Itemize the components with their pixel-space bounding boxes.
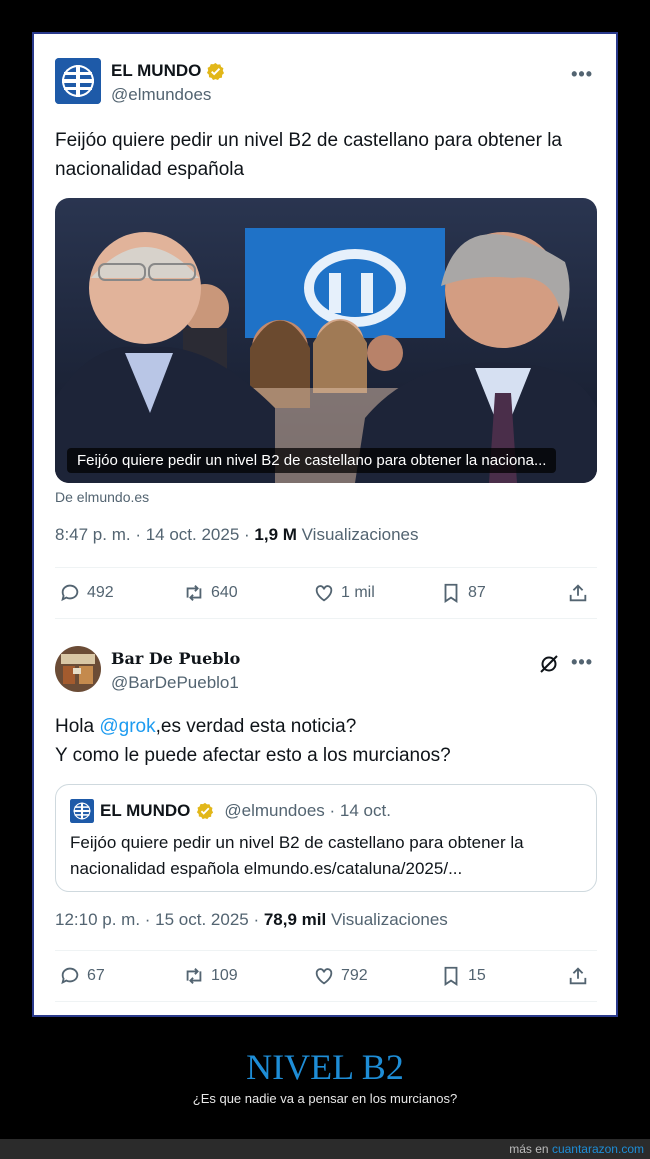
grok-icon[interactable] (539, 654, 559, 674)
reply-button[interactable]: 67 (59, 965, 105, 987)
bookmark-icon (444, 583, 458, 603)
views-label: Visualizaciones (326, 910, 448, 929)
like-button[interactable]: 1 mil (313, 582, 375, 604)
reply-button[interactable]: 492 (59, 582, 114, 604)
globe-logo-icon (70, 799, 94, 823)
bookmark-count: 15 (468, 967, 486, 984)
credit-bar: más en cuantarazon.com (0, 1139, 650, 1159)
tweet-media-image[interactable]: Feijóo quiere pedir un nivel B2 de caste… (55, 198, 597, 483)
bar-avatar-image (55, 646, 101, 692)
link-source[interactable]: De elmundo.es (55, 489, 597, 505)
tweet-bardepueblo[interactable]: Bar De Pueblo @BarDePueblo1 ••• Hola @gr… (55, 646, 597, 1002)
bookmark-button[interactable]: 15 (440, 965, 486, 987)
like-icon (315, 968, 333, 985)
globe-logo-icon (55, 58, 101, 104)
quote-author-name: EL MUNDO (100, 801, 191, 820)
grok-mention-link[interactable]: @grok (99, 716, 155, 737)
share-icon (569, 584, 587, 602)
tweet-text: Feijóo quiere pedir un nivel B2 de caste… (55, 130, 562, 180)
media-caption: Feijóo quiere pedir un nivel B2 de caste… (67, 448, 557, 473)
quote-header: EL MUNDO @elmundoes · 14 oct. (70, 799, 391, 823)
site-credit: más en cuantarazon.com (509, 1142, 644, 1156)
author-handle[interactable]: @BarDePueblo1 (111, 673, 239, 693)
tweet-header: EL MUNDO @elmundoes ••• (55, 58, 597, 108)
timestamp[interactable]: 12:10 p. m. · 15 oct. 2025 · (55, 910, 264, 929)
more-icon[interactable]: ••• (571, 64, 593, 85)
divider (55, 618, 597, 619)
timestamp[interactable]: 8:47 p. m. · 14 oct. 2025 · (55, 525, 254, 544)
quote-text: Feijóo quiere pedir un nivel B2 de caste… (70, 833, 524, 878)
thread-card: EL MUNDO @elmundoes ••• Feijóo quiere pe… (37, 37, 613, 1012)
tweet-timestamp-views: 8:47 p. m. · 14 oct. 2025 · 1,9 M Visual… (55, 525, 597, 545)
reply-count: 492 (87, 584, 114, 601)
screenshot-frame: EL MUNDO @elmundoes ••• Feijóo quiere pe… (32, 32, 618, 1017)
views-count: 78,9 mil (263, 910, 327, 929)
share-button[interactable] (567, 582, 589, 604)
like-count: 1 mil (341, 584, 375, 601)
tweet-text: Hola @grok,es verdad esta noticia? Y com… (55, 712, 597, 770)
verified-gold-icon (197, 802, 214, 820)
views-count: 1,9 M (254, 525, 297, 544)
action-bar: 492 640 1 mil 87 (55, 568, 597, 618)
repost-count: 640 (211, 584, 238, 601)
meme-subtitle: ¿Es que nadie va a pensar en los murcian… (192, 1091, 458, 1106)
share-icon (569, 967, 587, 985)
repost-icon (186, 968, 202, 984)
reply-icon (61, 584, 79, 602)
tweet-timestamp-views: 12:10 p. m. · 15 oct. 2025 · 78,9 mil Vi… (55, 910, 597, 930)
quote-meta: @elmundoes · 14 oct. (224, 801, 391, 820)
like-button[interactable]: 792 (313, 965, 368, 987)
divider (55, 1001, 597, 1002)
bookmark-icon (444, 966, 458, 986)
author-name[interactable]: Bar De Pueblo (111, 649, 240, 668)
verified-gold-icon (207, 62, 225, 80)
photo-illustration (55, 198, 597, 483)
more-icon[interactable]: ••• (571, 652, 593, 673)
reply-count: 67 (87, 967, 105, 984)
tweet-text-line1: Hola @grok,es verdad esta noticia? (55, 712, 597, 741)
tweet-elmundo[interactable]: EL MUNDO @elmundoes ••• Feijóo quiere pe… (55, 58, 597, 619)
like-icon (315, 585, 333, 602)
tweet-text-line2: Y como le puede afectar esto a los murci… (55, 745, 451, 766)
bardepueblo-avatar[interactable] (55, 646, 101, 692)
repost-button[interactable]: 640 (183, 582, 238, 604)
views-label: Visualizaciones (296, 525, 419, 544)
tweet-header: Bar De Pueblo @BarDePueblo1 ••• (55, 646, 597, 696)
quoted-tweet[interactable]: EL MUNDO @elmundoes · 14 oct. Feijóo qui… (55, 784, 597, 892)
bookmark-button[interactable]: 87 (440, 582, 486, 604)
repost-count: 109 (211, 967, 238, 984)
action-bar: 67 109 792 15 (55, 951, 597, 1001)
repost-icon (186, 585, 202, 601)
text-pre: Hola (55, 716, 100, 737)
reply-icon (61, 967, 79, 985)
credit-prefix: más en (509, 1142, 552, 1156)
text-post: ,es verdad esta noticia? (155, 716, 357, 737)
site-link[interactable]: cuantarazon.com (552, 1142, 644, 1156)
author-name[interactable]: EL MUNDO (111, 61, 201, 81)
share-button[interactable] (567, 965, 589, 987)
author-handle[interactable]: @elmundoes (111, 85, 211, 105)
elmundo-avatar[interactable] (55, 58, 101, 104)
meme-title: NIVEL B2 (246, 1047, 404, 1087)
bookmark-count: 87 (468, 584, 486, 601)
like-count: 792 (341, 967, 368, 984)
repost-button[interactable]: 109 (183, 965, 238, 987)
